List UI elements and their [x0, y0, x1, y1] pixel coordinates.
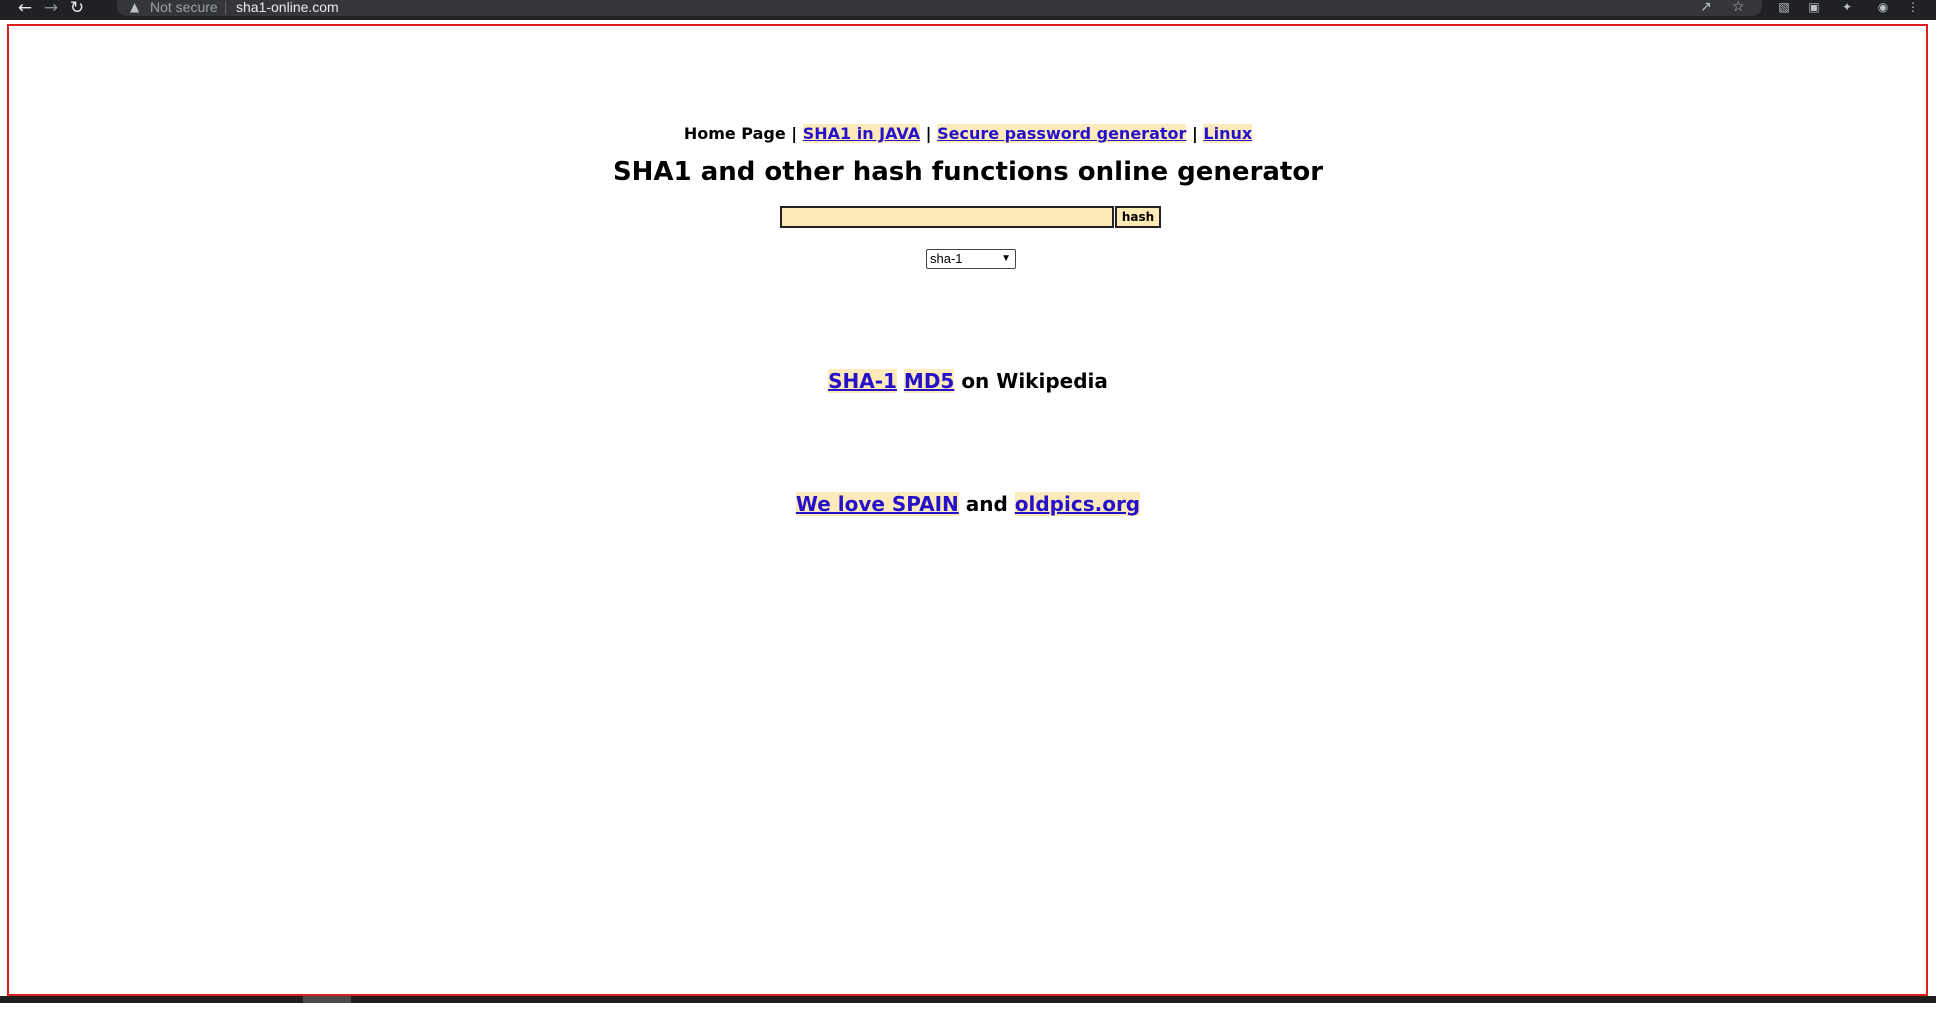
address-bar[interactable]: ▲ Not secure sha1-online.com ↗ ☆ — [117, 0, 1762, 16]
kebab-menu-icon[interactable]: ⋮ — [1904, 0, 1922, 16]
nav-link-sha1-java[interactable]: SHA1 in JAVA — [802, 124, 921, 143]
os-taskbar — [0, 996, 1936, 1003]
puzzle-icon[interactable]: ✦ — [1838, 0, 1856, 16]
reload-icon[interactable]: ↻ — [66, 0, 88, 18]
url-text[interactable]: sha1-online.com — [236, 0, 339, 15]
security-status[interactable]: Not secure — [150, 0, 218, 15]
wiki-suffix: on Wikipedia — [961, 369, 1108, 393]
forward-arrow-icon[interactable]: → — [40, 0, 62, 18]
warning-triangle-icon[interactable]: ▲ — [130, 0, 139, 14]
promo-links: We love SPAIN and oldpics.org — [0, 491, 1936, 517]
back-arrow-icon[interactable]: ← — [14, 0, 36, 18]
extension-icon[interactable]: ▣ — [1805, 0, 1823, 16]
promo-link-oldpics[interactable]: oldpics.org — [1014, 492, 1141, 516]
profile-avatar-icon[interactable]: ◉ — [1870, 0, 1896, 16]
hash-text-input[interactable] — [780, 206, 1114, 228]
extension-office-icon[interactable]: ▧ — [1775, 0, 1793, 16]
browser-toolbar: ← → ↻ ▲ Not secure sha1-online.com ↗ ☆ ▧… — [0, 0, 1936, 20]
algorithm-selected-value: sha-1 — [930, 251, 963, 266]
nav-home-label: Home Page — [683, 124, 786, 143]
nav-separator: | — [791, 124, 798, 143]
share-icon[interactable]: ↗ — [1700, 0, 1712, 15]
chevron-down-icon: ▼ — [1001, 253, 1011, 264]
wiki-link-md5[interactable]: MD5 — [903, 369, 955, 393]
star-icon[interactable]: ☆ — [1732, 0, 1745, 15]
nav-separator: | — [1191, 124, 1198, 143]
hash-button[interactable]: hash — [1115, 206, 1161, 228]
nav-separator: | — [925, 124, 932, 143]
omnibox-divider — [225, 1, 226, 14]
promo-link-spain[interactable]: We love SPAIN — [795, 492, 959, 516]
wiki-link-sha1[interactable]: SHA-1 — [828, 369, 897, 393]
nav-link-password-generator[interactable]: Secure password generator — [937, 124, 1187, 143]
top-navigation: Home Page | SHA1 in JAVA | Secure passwo… — [0, 124, 1936, 144]
taskbar-item[interactable] — [303, 996, 351, 1003]
promo-joiner: and — [965, 492, 1008, 516]
algorithm-select[interactable]: sha-1 ▼ — [926, 249, 1016, 269]
nav-link-linux[interactable]: Linux — [1203, 124, 1253, 143]
wikipedia-links: SHA-1 MD5 on Wikipedia — [0, 368, 1936, 394]
page-title: SHA1 and other hash functions online gen… — [612, 157, 1324, 187]
